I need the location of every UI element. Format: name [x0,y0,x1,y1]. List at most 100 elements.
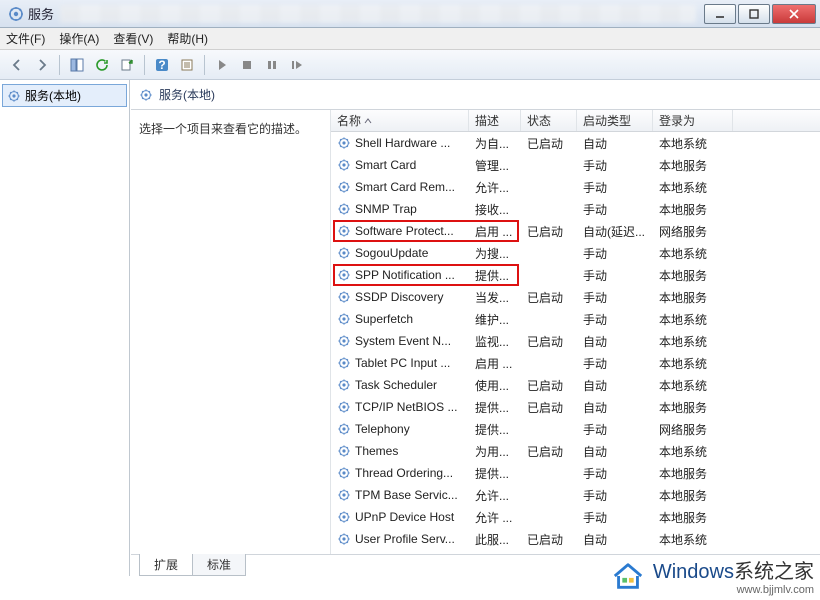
nav-label: 服务(本地) [25,87,81,104]
export-button[interactable] [116,54,138,76]
cell-logon: 本地服务 [653,399,733,416]
col-name[interactable]: 名称 [331,110,469,131]
window-title: 服务 [28,4,54,23]
gear-icon [139,86,153,104]
table-row[interactable]: Thread Ordering...提供...手动本地服务 [331,462,820,484]
table-row[interactable]: TPM Base Servic...允许...手动本地服务 [331,484,820,506]
cell-desc: 接收... [469,201,521,218]
col-logon[interactable]: 登录为 [653,110,733,131]
cell-startup: 手动 [577,157,653,174]
table-row[interactable]: TCP/IP NetBIOS ...提供...已启动自动本地服务 [331,396,820,418]
nav-services-local[interactable]: 服务(本地) [2,84,127,107]
cell-startup: 手动 [577,311,653,328]
restart-button[interactable] [286,54,308,76]
watermark-sub: 系统之家 [734,561,814,583]
maximize-button[interactable] [738,4,770,24]
col-status[interactable]: 状态 [521,110,577,131]
cell-name: Thread Ordering... [331,466,469,480]
tab-standard[interactable]: 标准 [192,554,246,576]
back-button[interactable] [6,54,28,76]
cell-name: TCP/IP NetBIOS ... [331,400,469,414]
cell-desc: 为用... [469,443,521,460]
cell-desc: 允许... [469,487,521,504]
cell-name: Task Scheduler [331,378,469,392]
col-startup[interactable]: 启动类型 [577,110,653,131]
cell-name: User Profile Serv... [331,532,469,546]
cell-startup: 手动 [577,465,653,482]
cell-startup: 自动 [577,531,653,548]
table-row[interactable]: Telephony提供...手动网络服务 [331,418,820,440]
cell-desc: 提供... [469,399,521,416]
cell-name: Software Protect... [331,224,469,238]
pane-title: 服务(本地) [159,86,812,103]
cell-startup: 手动 [577,267,653,284]
refresh-button[interactable] [91,54,113,76]
cell-status: 已启动 [521,135,577,152]
table-row[interactable]: Tablet PC Input ...启用 ...手动本地系统 [331,352,820,374]
cell-desc: 启用 ... [469,355,521,372]
cell-startup: 手动 [577,421,653,438]
cell-logon: 网络服务 [653,421,733,438]
show-hide-tree-button[interactable] [66,54,88,76]
table-row[interactable]: Smart Card Rem...允许...手动本地系统 [331,176,820,198]
menu-file[interactable]: 文件(F) [6,30,45,47]
toolbar-separator [59,55,60,75]
table-row[interactable]: SSDP Discovery当发...已启动手动本地服务 [331,286,820,308]
tab-extended[interactable]: 扩展 [139,554,193,576]
cell-status: 已启动 [521,377,577,394]
properties-button[interactable] [176,54,198,76]
cell-status: 已启动 [521,443,577,460]
cell-name: Telephony [331,422,469,436]
rows-container[interactable]: Shell Hardware ...为自...已启动自动本地系统Smart Ca… [331,132,820,554]
cell-name: SNMP Trap [331,202,469,216]
cell-name: Shell Hardware ... [331,136,469,150]
cell-status: 已启动 [521,289,577,306]
table-row[interactable]: System Event N...监视...已启动自动本地系统 [331,330,820,352]
minimize-button[interactable] [704,4,736,24]
cell-startup: 自动(延迟... [577,223,653,240]
right-pane: 服务(本地) 选择一个项目来查看它的描述。 名称 描述 状态 启动类型 登录为 … [130,80,820,576]
cell-logon: 本地服务 [653,487,733,504]
table-row[interactable]: SNMP Trap接收...手动本地服务 [331,198,820,220]
cell-desc: 监视... [469,333,521,350]
cell-logon: 本地系统 [653,355,733,372]
cell-name: System Event N... [331,334,469,348]
cell-logon: 本地服务 [653,157,733,174]
start-button[interactable] [211,54,233,76]
cell-status: 已启动 [521,531,577,548]
cell-logon: 本地系统 [653,531,733,548]
col-desc[interactable]: 描述 [469,110,521,131]
table-row[interactable]: User Profile Serv...此服...已启动自动本地系统 [331,528,820,550]
window-buttons [702,4,816,24]
watermark-text: Windows系统之家 www.bjjmlv.com [653,555,814,596]
cell-logon: 本地服务 [653,509,733,526]
table-row[interactable]: Themes为用...已启动自动本地系统 [331,440,820,462]
menu-help[interactable]: 帮助(H) [167,30,208,47]
stop-button[interactable] [236,54,258,76]
menu-action[interactable]: 操作(A) [59,30,99,47]
table-row[interactable]: Software Protect...启用 ...已启动自动(延迟...网络服务 [331,220,820,242]
cell-status: 已启动 [521,399,577,416]
table-row[interactable]: UPnP Device Host允许 ...手动本地服务 [331,506,820,528]
cell-desc: 提供... [469,267,521,284]
cell-name: SogouUpdate [331,246,469,260]
menu-view[interactable]: 查看(V) [113,30,153,47]
cell-startup: 手动 [577,179,653,196]
cell-logon: 本地服务 [653,267,733,284]
watermark-url: www.bjjmlv.com [653,584,814,596]
house-logo-icon [609,559,647,593]
pause-button[interactable] [261,54,283,76]
table-row[interactable]: Smart Card管理...手动本地服务 [331,154,820,176]
cell-status: 已启动 [521,333,577,350]
table-row[interactable]: SogouUpdate为搜...手动本地系统 [331,242,820,264]
table-row[interactable]: Superfetch维护...手动本地系统 [331,308,820,330]
table-row[interactable]: Shell Hardware ...为自...已启动自动本地系统 [331,132,820,154]
gear-icon [7,89,21,103]
close-button[interactable] [772,4,816,24]
table-row[interactable]: Task Scheduler使用...已启动自动本地系统 [331,374,820,396]
table-row[interactable]: SPP Notification ...提供...手动本地服务 [331,264,820,286]
help-button[interactable]: ? [151,54,173,76]
titlebar-blur [60,5,696,23]
forward-button[interactable] [31,54,53,76]
prompt-text: 选择一个项目来查看它的描述。 [139,122,307,136]
